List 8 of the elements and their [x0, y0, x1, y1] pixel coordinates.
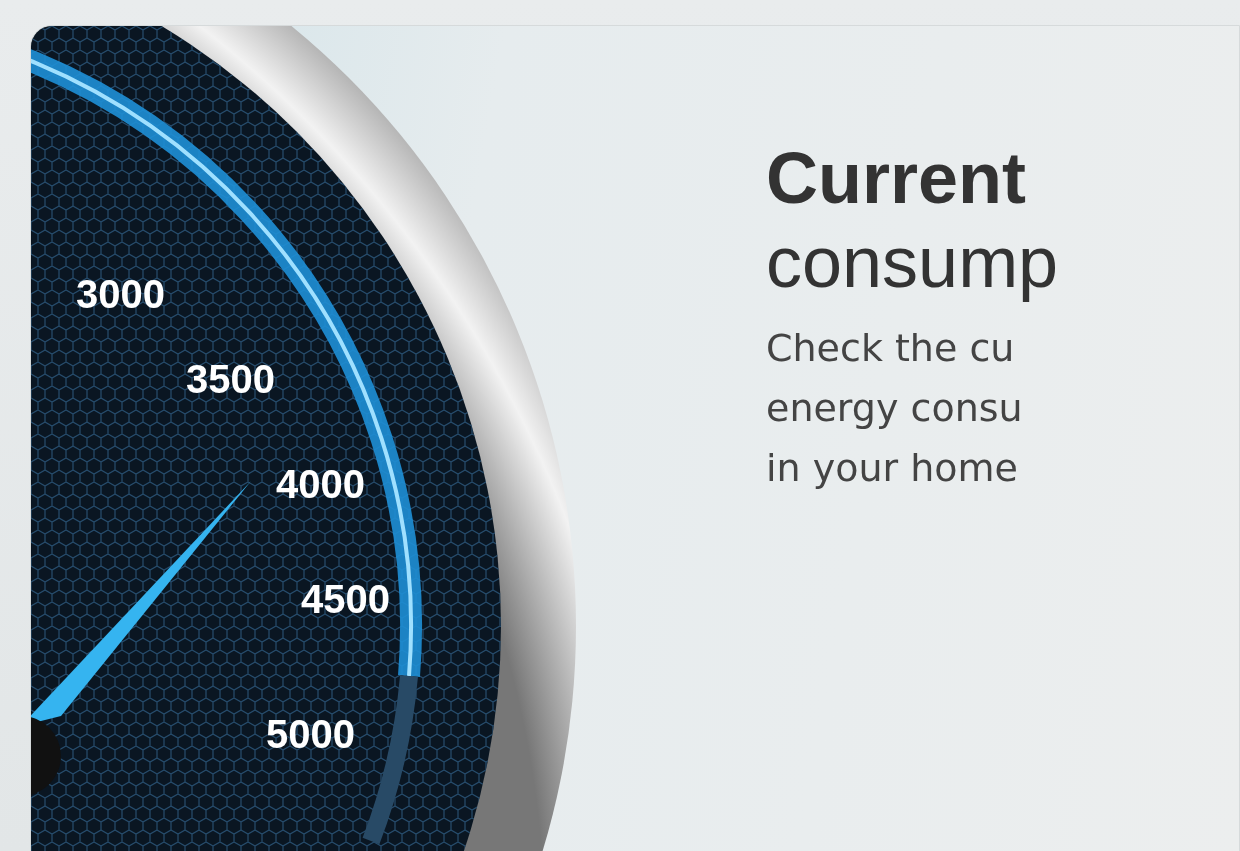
gauge-label: 4000: [276, 462, 365, 506]
heading-title: Current: [766, 137, 1027, 220]
gauge-label: 3500: [186, 357, 275, 401]
gauge-label: 5000: [266, 712, 355, 756]
heading-subtitle: consump: [766, 221, 1059, 304]
gauge-label: 3000: [76, 272, 165, 316]
description-text: Check the cu energy consu in your home: [766, 325, 1024, 492]
gauge-label: 4500: [301, 577, 390, 621]
